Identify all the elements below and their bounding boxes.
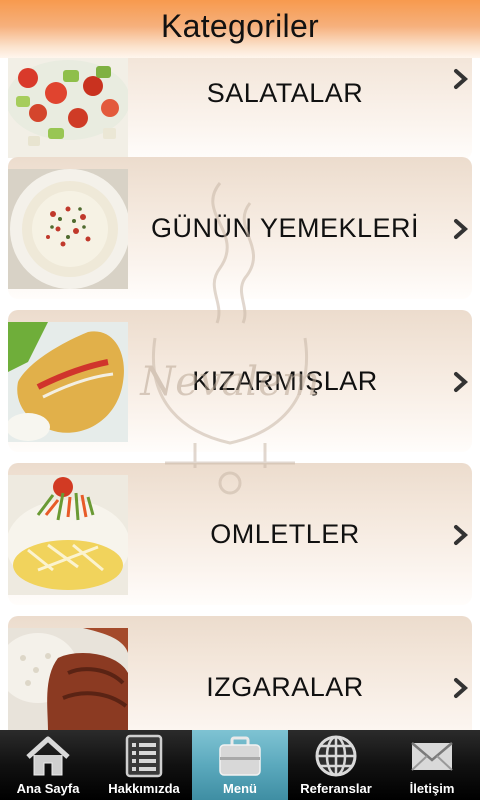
category-card-omletler[interactable]: OMLETLER bbox=[8, 463, 472, 605]
fried-cutlet-thumbnail bbox=[8, 322, 128, 442]
home-icon bbox=[26, 736, 70, 776]
bottom-tab-bar: Ana Sayfa Hakkımızda Menü Referanslar İl… bbox=[0, 730, 480, 800]
category-card-izgaralar[interactable]: IZGARALAR bbox=[8, 616, 472, 730]
chevron-right-icon bbox=[454, 678, 469, 698]
category-label: KIZARMIŞLAR bbox=[192, 366, 378, 396]
tab-menu[interactable]: Menü bbox=[192, 730, 288, 800]
list-icon bbox=[125, 734, 163, 778]
tab-hakkimizda[interactable]: Hakkımızda bbox=[96, 730, 192, 800]
grilled-meat-thumbnail bbox=[8, 628, 128, 730]
category-list[interactable]: Nevalem SALATALAR GÜNÜN YEMEKLERİ KIZARM… bbox=[0, 58, 480, 730]
mail-icon bbox=[411, 742, 453, 771]
tab-label: Referanslar bbox=[300, 781, 372, 796]
category-label: IZGARALAR bbox=[206, 672, 364, 702]
chevron-right-icon bbox=[454, 372, 469, 392]
category-card-salatalar[interactable]: SALATALAR bbox=[8, 58, 472, 160]
tab-label: Hakkımızda bbox=[108, 781, 180, 796]
tab-referanslar[interactable]: Referanslar bbox=[288, 730, 384, 800]
briefcase-icon bbox=[219, 736, 261, 776]
salad-thumbnail bbox=[8, 58, 128, 158]
tab-label: İletişim bbox=[409, 781, 455, 796]
tab-iletisim[interactable]: İletişim bbox=[384, 730, 480, 800]
tab-label: Menü bbox=[223, 781, 257, 796]
tab-ana-sayfa[interactable]: Ana Sayfa bbox=[0, 730, 96, 800]
chevron-right-icon bbox=[454, 69, 469, 89]
yogurt-dish-thumbnail bbox=[8, 169, 128, 289]
globe-icon bbox=[315, 735, 357, 777]
category-label: OMLETLER bbox=[210, 519, 360, 549]
page-title: Kategoriler bbox=[160, 8, 320, 44]
category-card-gunun-yemekleri[interactable]: GÜNÜN YEMEKLERİ bbox=[8, 157, 472, 299]
category-label: SALATALAR bbox=[206, 78, 364, 108]
chevron-right-icon bbox=[454, 525, 469, 545]
category-card-kizarmislar[interactable]: KIZARMIŞLAR bbox=[8, 310, 472, 452]
chevron-right-icon bbox=[454, 219, 469, 239]
tab-label: Ana Sayfa bbox=[16, 781, 80, 796]
omelette-thumbnail bbox=[8, 475, 128, 595]
category-label: GÜNÜN YEMEKLERİ bbox=[150, 213, 420, 243]
header-bar: Kategoriler bbox=[0, 0, 480, 58]
